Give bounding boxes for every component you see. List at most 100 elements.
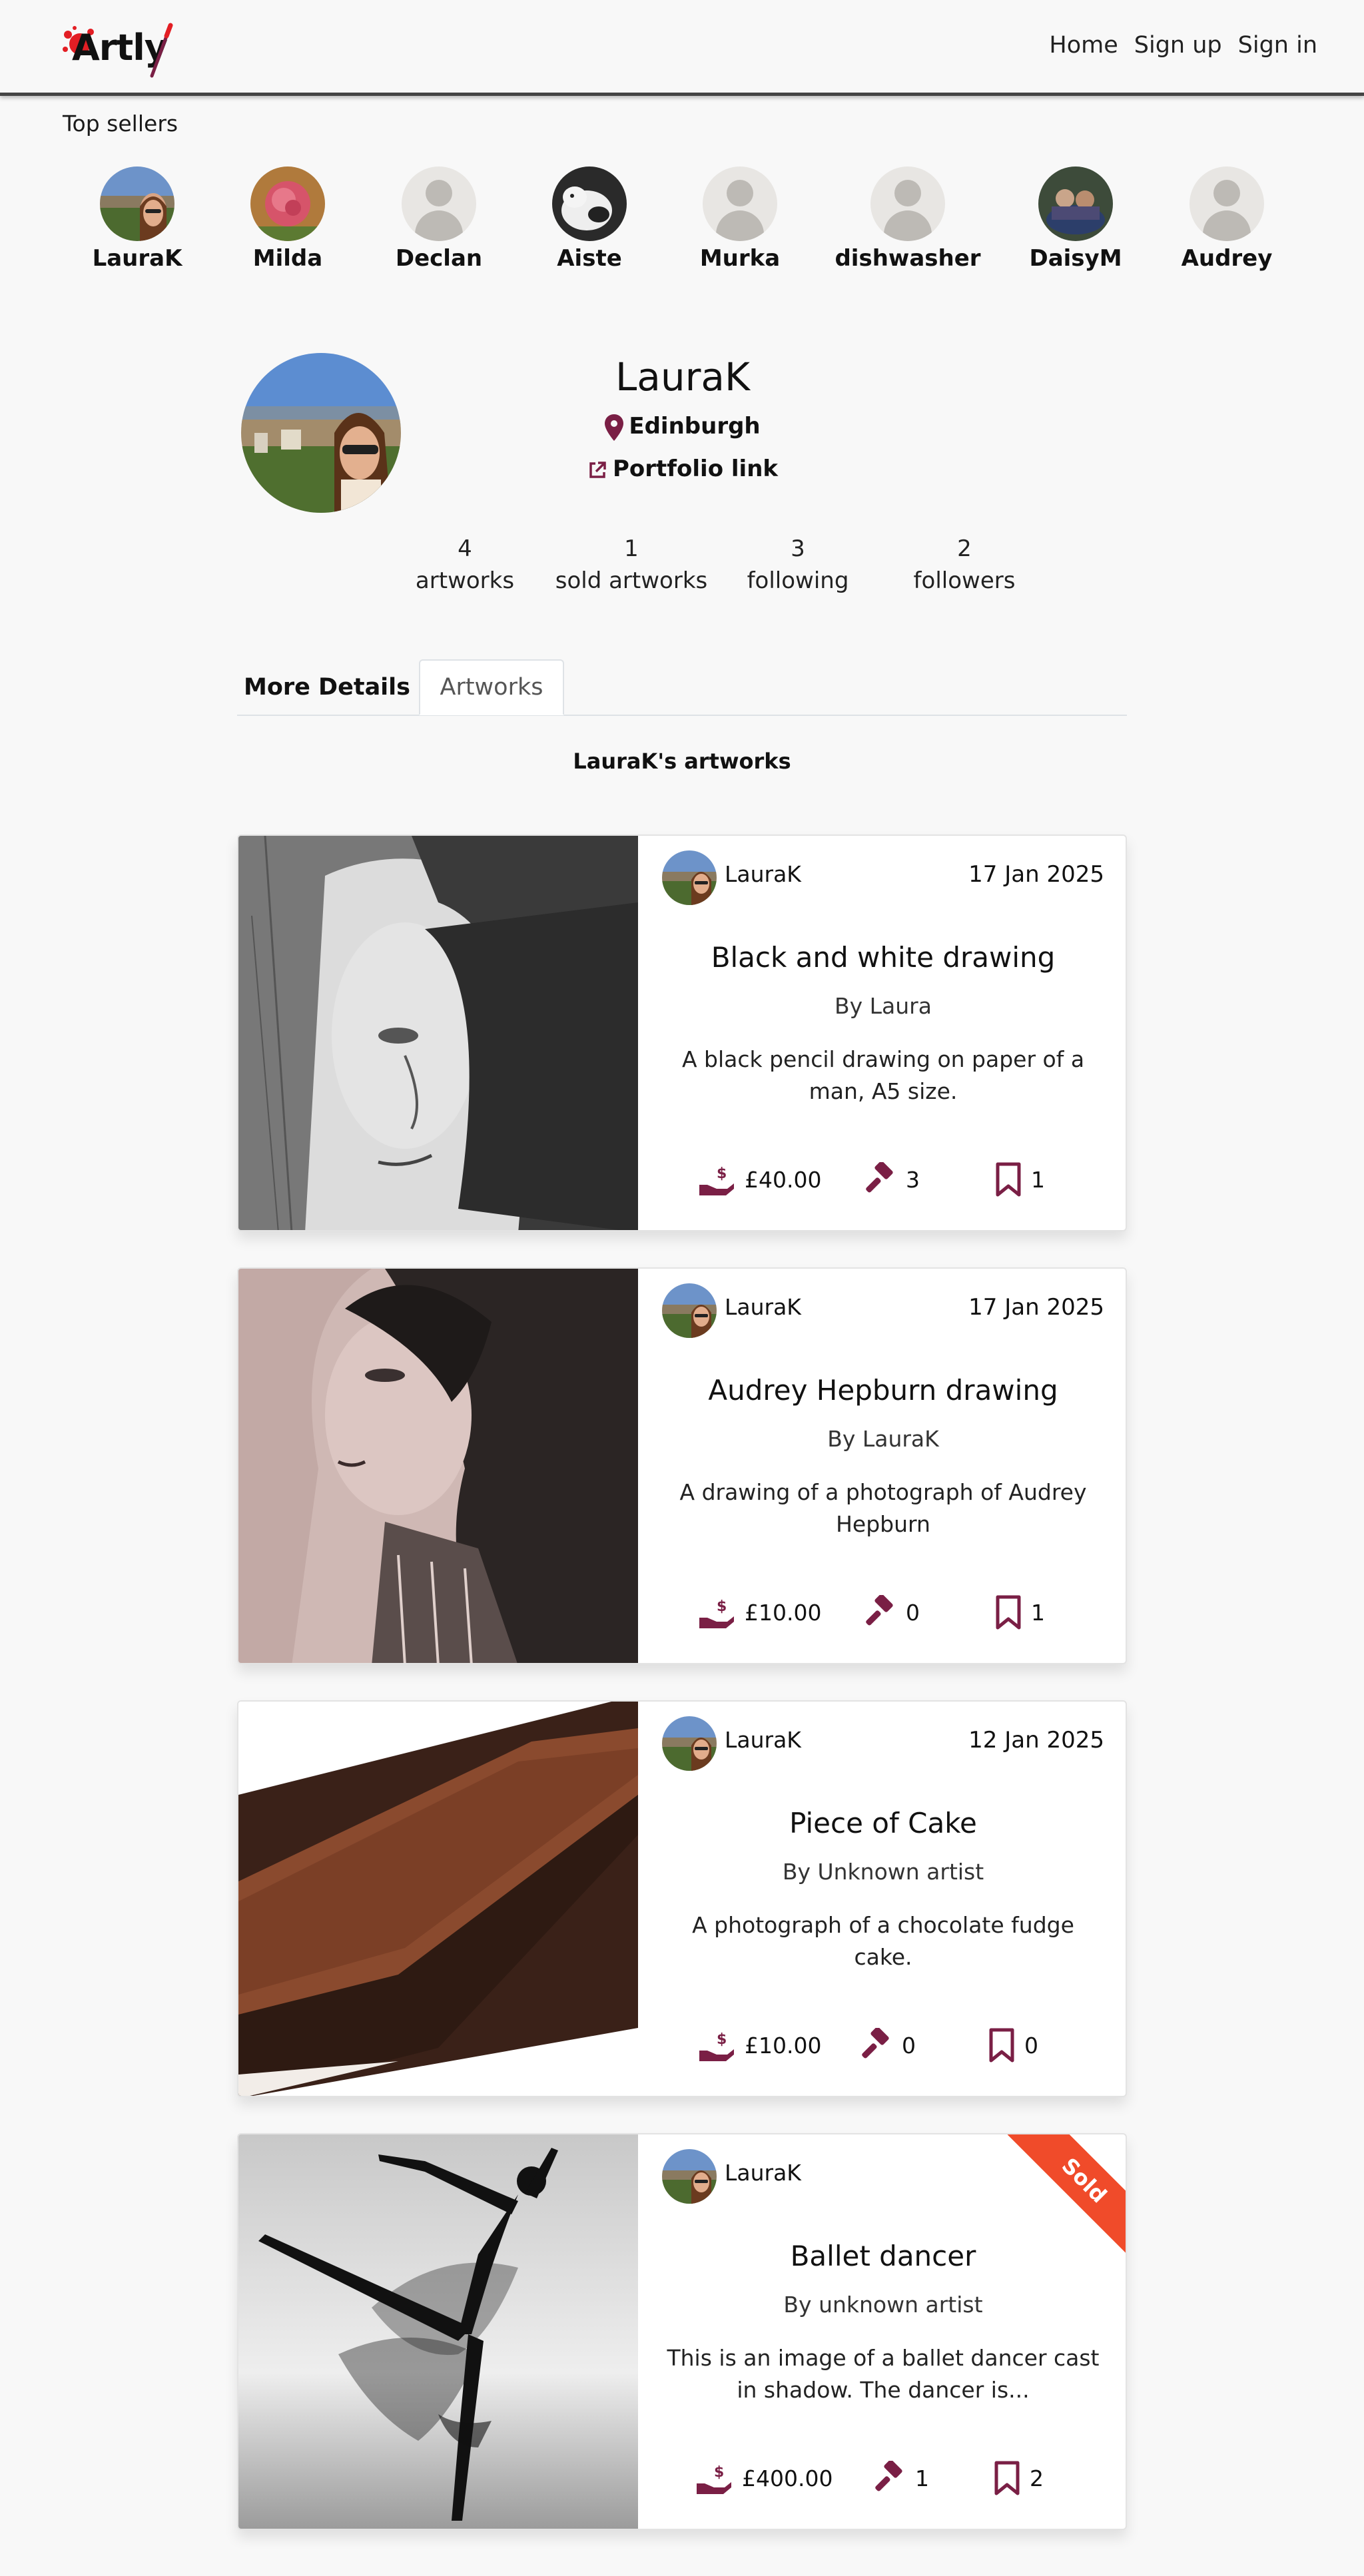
navbar: Artly Home Sign up Sign in — [0, 0, 1364, 96]
artwork-image[interactable] — [238, 1269, 638, 1663]
saves-metric[interactable]: 2 — [994, 2461, 1044, 2495]
card-body: LauraK Sold Ballet dancer By unknown art… — [638, 2134, 1126, 2529]
seller-audrey[interactable]: Audrey — [1147, 166, 1307, 272]
saves-metric[interactable]: 1 — [995, 1595, 1045, 1630]
map-pin-icon — [605, 414, 624, 441]
seller-name: Declan — [395, 245, 483, 272]
seller-declan[interactable]: Declan — [359, 166, 519, 272]
price-value: £10.00 — [745, 1599, 822, 1626]
price-value: £400.00 — [742, 2465, 833, 2491]
seller-name: DaisyM — [1029, 245, 1122, 272]
price-metric: $ £10.00 — [698, 1595, 821, 1630]
hand-dollar-icon: $ — [699, 1598, 734, 1628]
price-metric: $ £10.00 — [698, 2028, 821, 2063]
card-title[interactable]: Audrey Hepburn drawing — [638, 1374, 1126, 1407]
saves-metric[interactable]: 0 — [988, 2028, 1038, 2063]
stat-followers[interactable]: 2 followers — [878, 533, 1051, 597]
avatar[interactable] — [662, 1283, 717, 1338]
card-author: By Laura — [835, 993, 932, 1019]
paint-brush-icon — [150, 23, 173, 78]
seller-name: dishwasher — [835, 245, 981, 272]
seller-photo-icon — [1038, 166, 1113, 241]
profile-photo-icon — [241, 353, 401, 513]
artwork-image[interactable] — [238, 1702, 638, 2096]
card-username[interactable]: LauraK — [725, 1727, 801, 1753]
stat-label: sold artworks — [555, 567, 708, 594]
artwork-card[interactable]: LauraK 17 Jan 2025 Black and white drawi… — [237, 834, 1127, 1231]
bids-count: 0 — [906, 1599, 920, 1626]
default-avatar-icon — [703, 166, 777, 241]
card-author: By Unknown artist — [782, 1859, 984, 1885]
card-title[interactable]: Black and white drawing — [638, 941, 1126, 974]
location-text: Edinburgh — [629, 413, 761, 440]
avatar — [1038, 166, 1113, 241]
seller-dishwasher[interactable]: dishwasher — [828, 166, 988, 272]
card-description: This is an image of a ballet dancer cast… — [667, 2345, 1100, 2403]
hand-dollar-icon: $ — [697, 2464, 731, 2494]
seller-photo-icon — [552, 166, 627, 241]
hand-dollar-icon: $ — [699, 2031, 734, 2061]
seller-murka[interactable]: Murka — [660, 166, 820, 272]
avatar — [250, 166, 325, 241]
seller-name: LauraK — [92, 245, 182, 272]
svg-text:$: $ — [714, 2464, 724, 2481]
card-description: A drawing of a photograph of Audrey Hepb… — [679, 1479, 1087, 1537]
avatar[interactable] — [662, 1716, 717, 1771]
seller-laurak[interactable]: LauraK — [57, 166, 217, 272]
nav-signin-link[interactable]: Sign in — [1238, 32, 1317, 59]
avatar[interactable] — [662, 850, 717, 905]
portfolio-text: Portfolio link — [612, 456, 779, 482]
seller-name: Murka — [699, 245, 781, 272]
avatar[interactable] — [662, 2149, 717, 2204]
artly-logo[interactable]: Artly — [59, 23, 173, 80]
card-body: LauraK 17 Jan 2025 Black and white drawi… — [638, 836, 1126, 1230]
seller-name: Aiste — [557, 245, 622, 272]
gavel-icon — [862, 2028, 889, 2059]
bids-count: 3 — [906, 1166, 920, 1193]
artwork-image[interactable] — [238, 2134, 638, 2529]
seller-milda[interactable]: Milda — [208, 166, 368, 272]
svg-text:$: $ — [717, 2031, 727, 2048]
stat-following[interactable]: 3 following — [711, 533, 884, 597]
cake-photo-image-icon — [238, 1702, 638, 2096]
artwork-card[interactable]: LauraK Sold Ballet dancer By unknown art… — [237, 2133, 1127, 2530]
seller-daisym[interactable]: DaisyM — [996, 166, 1156, 272]
profile-name: LauraK — [615, 354, 751, 400]
seller-name: Audrey — [1181, 245, 1273, 272]
avatar — [100, 166, 174, 241]
card-title[interactable]: Ballet dancer — [638, 2240, 1126, 2272]
user-photo-icon — [662, 1283, 717, 1338]
card-username[interactable]: LauraK — [725, 1294, 801, 1320]
artwork-card[interactable]: LauraK 12 Jan 2025 Piece of Cake By Unkn… — [237, 1700, 1127, 2097]
card-username[interactable]: LauraK — [725, 861, 801, 887]
card-footer: $ £10.00 0 1 — [638, 1595, 1126, 1635]
hand-dollar-icon: $ — [699, 1165, 734, 1195]
card-author: By unknown artist — [783, 2292, 983, 2318]
tab-artworks[interactable]: Artworks — [419, 659, 564, 715]
card-date: 17 Jan 2025 — [968, 1294, 1104, 1321]
ballet-dancer-image-icon — [238, 2134, 638, 2529]
bookmark-icon — [994, 2461, 1020, 2495]
nav-home-link[interactable]: Home — [1049, 32, 1118, 59]
nav-signup-link[interactable]: Sign up — [1134, 32, 1222, 59]
user-photo-icon — [662, 850, 717, 905]
nav-links: Home Sign up Sign in — [1049, 32, 1317, 59]
seller-photo-icon — [250, 166, 325, 241]
card-date: 17 Jan 2025 — [968, 861, 1104, 888]
bids-metric: 0 — [862, 1595, 920, 1630]
tab-more-details[interactable]: More Details — [237, 659, 417, 715]
saves-metric[interactable]: 1 — [995, 1162, 1045, 1197]
default-avatar-icon — [870, 166, 945, 241]
card-username[interactable]: LauraK — [725, 2160, 801, 2186]
gavel-icon — [866, 1595, 893, 1626]
artwork-image[interactable] — [238, 836, 638, 1230]
card-title[interactable]: Piece of Cake — [638, 1807, 1126, 1839]
profile-location: Edinburgh — [549, 413, 816, 441]
default-avatar-icon — [402, 166, 476, 241]
portfolio-link[interactable]: Portfolio link — [549, 456, 816, 482]
artwork-card[interactable]: LauraK 17 Jan 2025 Audrey Hepburn drawin… — [237, 1267, 1127, 1664]
bookmark-icon — [996, 1595, 1021, 1630]
seller-photo-icon — [100, 166, 174, 241]
seller-aiste[interactable]: Aiste — [510, 166, 669, 272]
avatar — [552, 166, 627, 241]
